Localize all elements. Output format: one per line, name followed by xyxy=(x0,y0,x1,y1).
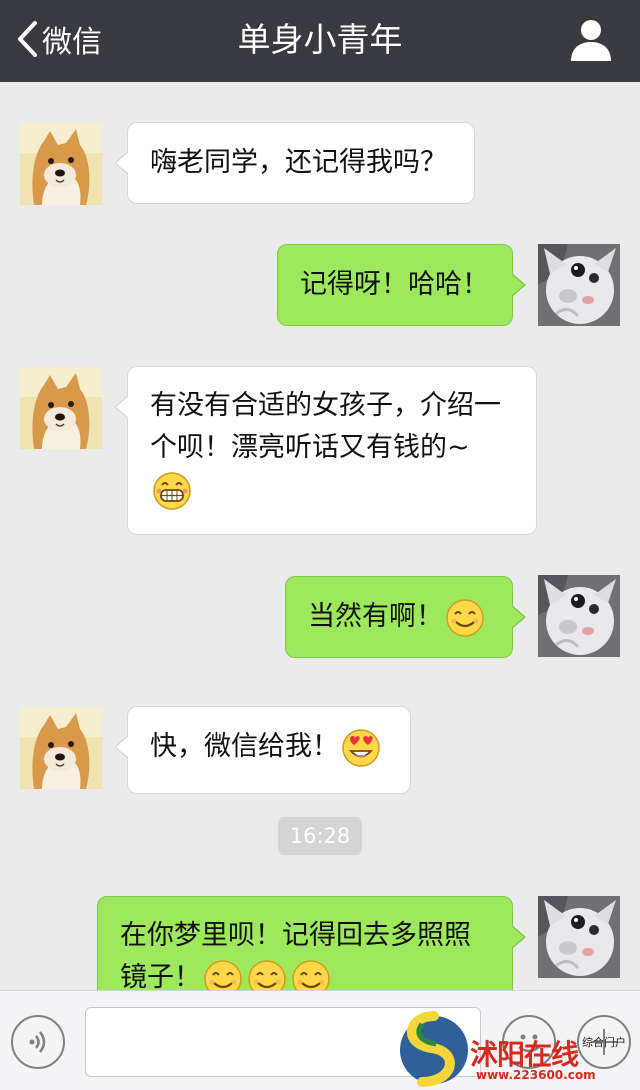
message-bubble[interactable]: 有没有合适的女孩子，介绍一个呗！漂亮听话又有钱的~ xyxy=(114,366,537,535)
message-bubble[interactable]: 嗨老同学，还记得我吗？ xyxy=(114,122,475,204)
message-text: 有没有合适的女孩子，介绍一个呗！漂亮听话又有钱的~ xyxy=(150,390,501,463)
my-avatar[interactable] xyxy=(538,896,620,978)
chat-title: 单身小青年 xyxy=(237,20,403,59)
message-bubble[interactable]: 记得呀！哈哈！ xyxy=(277,244,526,326)
my-avatar[interactable] xyxy=(538,244,620,326)
message-bubble[interactable]: 在你梦里呗！记得回去多照照镜子！ xyxy=(97,896,526,991)
smile-emoji-icon xyxy=(203,959,243,991)
voice-button[interactable] xyxy=(11,1015,65,1069)
smile-emoji-icon xyxy=(247,959,287,991)
voice-icon xyxy=(13,1031,63,1071)
navigation-bar: 微信 单身小青年 xyxy=(0,0,640,82)
chat-info-button[interactable] xyxy=(568,17,614,63)
message-text: 嗨老同学，还记得我吗？ xyxy=(150,147,447,178)
friend-avatar[interactable] xyxy=(20,707,102,789)
message-text: 记得呀！哈哈！ xyxy=(300,269,489,300)
grin-emoji-icon xyxy=(152,471,192,511)
message-bubble[interactable]: 快，微信给我！ xyxy=(114,706,411,794)
watermark-subtitle: 综合门户 xyxy=(582,1036,626,1049)
timestamp-label: 16:28 xyxy=(278,817,362,855)
watermark-url: www.223600.com xyxy=(476,1068,596,1082)
message-text: 当然有啊！ xyxy=(308,601,443,632)
my-avatar[interactable] xyxy=(538,575,620,657)
watermark-brand: 沭阳在线 xyxy=(470,1038,579,1071)
smile-emoji-icon xyxy=(291,959,331,991)
friend-avatar[interactable] xyxy=(20,123,102,205)
heart-eyes-emoji-icon xyxy=(341,728,381,768)
message-bubble[interactable]: 当然有啊！ xyxy=(285,576,526,658)
person-icon xyxy=(568,20,614,67)
message-text: 快，微信给我！ xyxy=(150,731,339,762)
friend-avatar[interactable] xyxy=(20,367,102,449)
message-list[interactable]: 嗨老同学，还记得我吗？ 记得呀！哈哈！ 有没有合适的女孩子，介绍一个呗！漂亮听话… xyxy=(0,82,640,990)
smile-emoji-icon xyxy=(445,598,485,638)
